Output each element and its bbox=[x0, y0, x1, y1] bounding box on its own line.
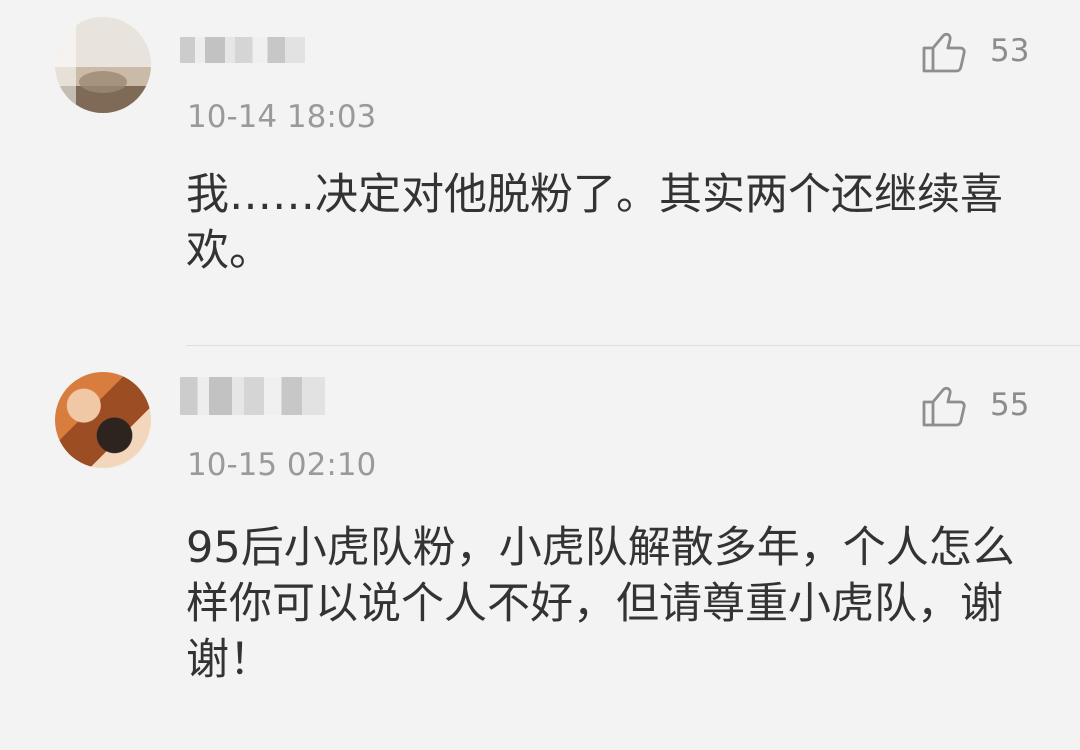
thumb-up-icon bbox=[922, 32, 966, 73]
like-button[interactable]: 53 bbox=[920, 28, 1029, 74]
username-masked bbox=[180, 377, 325, 415]
avatar[interactable] bbox=[55, 372, 151, 468]
like-count: 53 bbox=[990, 32, 1030, 69]
avatar[interactable] bbox=[55, 17, 151, 113]
like-count: 55 bbox=[990, 386, 1030, 423]
like-button[interactable]: 55 bbox=[920, 382, 1029, 428]
thumb-up-icon bbox=[922, 386, 966, 427]
comment-time: 10-14 18:03 bbox=[187, 99, 377, 135]
username-masked bbox=[180, 37, 305, 63]
comment-text: 95后小虎队粉，小虎队解散多年，个人怎么样你可以说个人不好，但请尊重小虎队，谢谢… bbox=[186, 523, 1015, 685]
comment-item: 53 10-14 18:03 我……决定对他脱粉了。其实两个还继续喜欢。 bbox=[0, 0, 1080, 346]
comment-text: 我……决定对他脱粉了。其实两个还继续喜欢。 bbox=[186, 170, 1003, 276]
comment-item: 10-15 02:10 95后小虎队粉，小虎队解散多年，个人怎么样你可以说个人不… bbox=[0, 346, 1080, 750]
comment-time: 10-15 02:10 bbox=[187, 447, 377, 483]
